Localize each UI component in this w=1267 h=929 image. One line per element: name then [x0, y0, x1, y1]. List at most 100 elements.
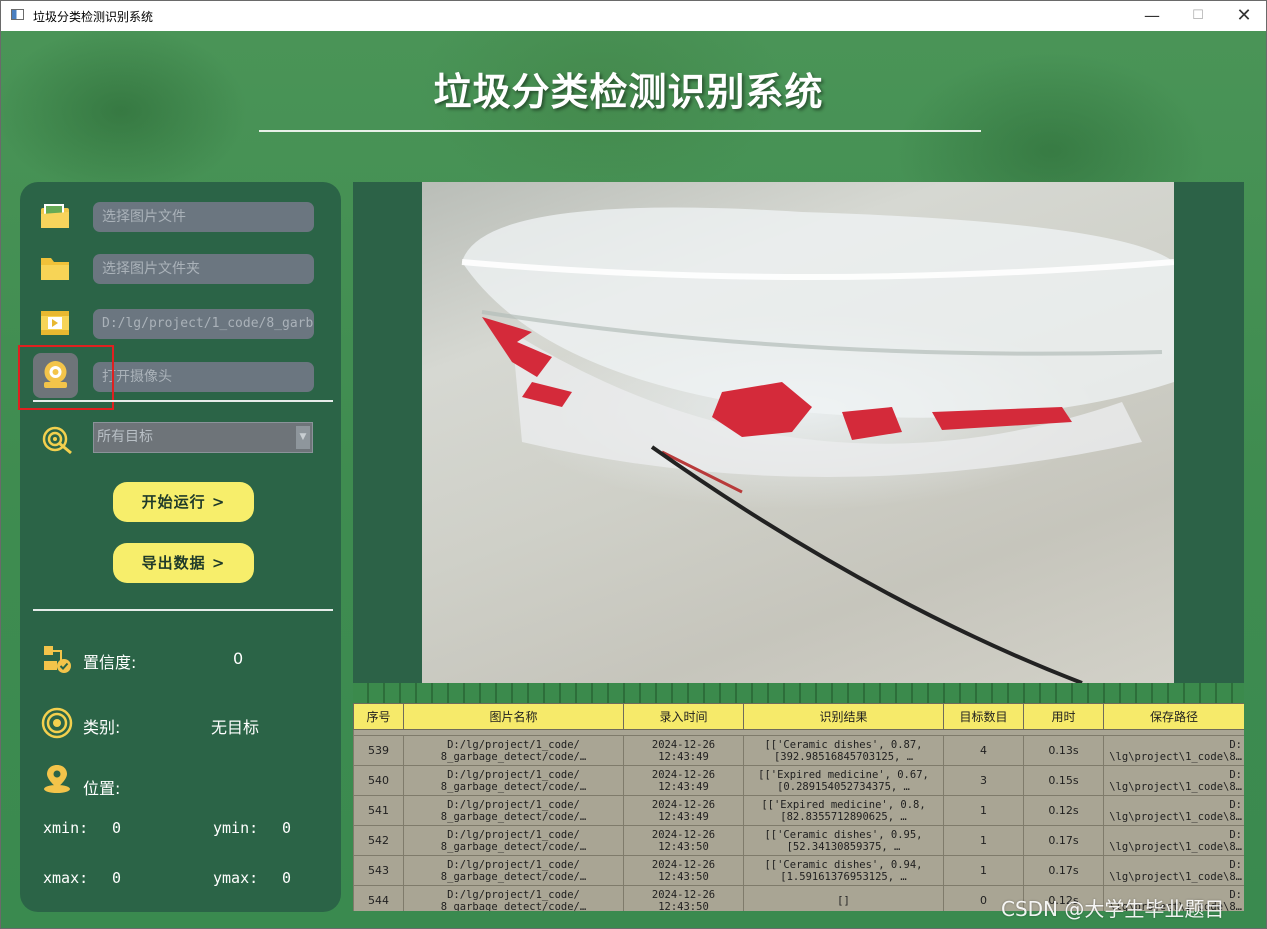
row-time-line: 12:43:49 [658, 810, 709, 823]
row-time-line: 2024-12-26 [651, 858, 716, 871]
ymax-label: ymax: [213, 869, 259, 887]
row-duration: 0.17s [1023, 855, 1104, 886]
row-image-name-line: 8_garbage_detect/code/… [440, 810, 587, 823]
start-button[interactable]: 开始运行 > [113, 482, 254, 522]
row-count: 1 [943, 795, 1024, 826]
row-id-line: 542 [368, 833, 389, 847]
column-header[interactable]: 序号 [353, 703, 404, 730]
row-time-line: 12:43:49 [658, 750, 709, 763]
video-file-icon[interactable] [39, 309, 71, 337]
background-fence [353, 683, 1244, 703]
row-time: 2024-12-26 12:43:49 [623, 795, 744, 826]
row-duration: 0.17s [1023, 825, 1104, 856]
column-header[interactable]: 保存路径 [1103, 703, 1244, 730]
row-time-line: 12:43:50 [658, 900, 709, 912]
divider-bottom [33, 609, 333, 611]
folder-icon[interactable] [39, 254, 71, 282]
image-folder-input[interactable]: 选择图片文件夹 [93, 254, 314, 284]
row-result: [['Expired medicine', 0.8, [82.8355712890… [743, 795, 944, 826]
row-result: [] [743, 885, 944, 911]
row-result-line: [] [837, 894, 850, 907]
column-header[interactable]: 识别结果 [743, 703, 944, 730]
row-path-line: \lg\project\1_code\8… [1109, 780, 1242, 793]
maximize-button[interactable]: ☐ [1175, 1, 1221, 31]
table-header: 序号 图片名称 录入时间 识别结果 目标数目 用时 保存路径 [353, 703, 1244, 730]
row-image-name: D:/lg/project/1_code/8_garbage_detect/co… [403, 795, 624, 826]
row-image-name-line: D:/lg/project/1_code/ [447, 858, 580, 871]
close-button[interactable]: ✕ [1221, 1, 1266, 31]
table-row[interactable]: 540 D:/lg/project/1_code/8_garbage_detect… [353, 765, 1244, 796]
row-time-line: 2024-12-26 [651, 738, 716, 751]
column-header[interactable]: 录入时间 [623, 703, 744, 730]
row-count-line: 1 [980, 863, 987, 877]
camera-input[interactable]: 打开摄像头 [93, 362, 314, 392]
ymax-value: 0 [282, 869, 292, 887]
watermark: CSDN @大学生毕业题目 [1001, 897, 1225, 921]
row-image-name-line: D:/lg/project/1_code/ [447, 888, 580, 901]
xmin-label: xmin: [43, 819, 89, 837]
column-header[interactable]: 图片名称 [403, 703, 624, 730]
row-id: 543 [353, 855, 404, 886]
row-result-line: [392.98516845703125, … [773, 750, 914, 763]
video-file-input[interactable]: D:/lg/project/1_code/8_garb [93, 309, 314, 339]
row-time-line: 12:43:50 [658, 840, 709, 853]
row-image-name-line: D:/lg/project/1_code/ [447, 768, 580, 781]
row-image-name-line: 8_garbage_detect/code/… [440, 870, 587, 883]
row-duration-line: 0.15s [1048, 773, 1079, 787]
app-icon [11, 9, 24, 20]
table-row[interactable]: 541 D:/lg/project/1_code/8_garbage_detect… [353, 795, 1244, 826]
row-duration: 0.13s [1023, 735, 1104, 766]
table-row[interactable]: 539 D:/lg/project/1_code/8_garbage_detect… [353, 735, 1244, 766]
results-grid: 序号 图片名称 录入时间 识别结果 目标数目 用时 保存路径 539 D:/lg/… [353, 703, 1244, 911]
column-header[interactable]: 用时 [1023, 703, 1104, 730]
row-result-line: [82.8355712890625, … [780, 810, 907, 823]
row-result: [['Ceramic dishes', 0.87, [392.9851684570… [743, 735, 944, 766]
row-id-line: 540 [368, 773, 389, 787]
row-count-line: 1 [980, 833, 987, 847]
row-time: 2024-12-26 12:43:50 [623, 825, 744, 856]
minimize-button[interactable]: — [1129, 1, 1175, 31]
row-path-line: D: [1229, 828, 1242, 841]
row-duration: 0.15s [1023, 765, 1104, 796]
xmax-value: 0 [112, 869, 122, 887]
row-duration-line: 0.17s [1048, 863, 1079, 877]
row-result-line: [52.34130859375, … [786, 840, 901, 853]
row-time-line: 12:43:49 [658, 780, 709, 793]
target-select[interactable]: 所有目标 ▼ [93, 422, 313, 453]
row-time-line: 2024-12-26 [651, 828, 716, 841]
row-path: D: \lg\project\1_code\8… [1103, 855, 1244, 886]
row-image-name-line: D:/lg/project/1_code/ [447, 828, 580, 841]
row-image-name: D:/lg/project/1_code/8_garbage_detect/co… [403, 825, 624, 856]
table-row[interactable]: 542 D:/lg/project/1_code/8_garbage_detect… [353, 825, 1244, 856]
row-count-line: 3 [980, 773, 987, 787]
row-count: 1 [943, 825, 1024, 856]
row-time-line: 2024-12-26 [651, 768, 716, 781]
table-row[interactable]: 543 D:/lg/project/1_code/8_garbage_detect… [353, 855, 1244, 886]
row-path: D: \lg\project\1_code\8… [1103, 825, 1244, 856]
class-label: 类别: [83, 718, 121, 737]
title-bar: 垃圾分类检测识别系统 — ☐ ✕ [1, 1, 1266, 31]
image-file-icon[interactable] [39, 202, 71, 230]
class-icon [41, 707, 73, 739]
image-file-input[interactable]: 选择图片文件 [93, 202, 314, 232]
row-time: 2024-12-26 12:43:49 [623, 765, 744, 796]
chevron-down-icon[interactable]: ▼ [296, 426, 310, 449]
column-header[interactable]: 目标数目 [943, 703, 1024, 730]
row-result: [['Expired medicine', 0.67, [0.2891540527… [743, 765, 944, 796]
row-image-name: D:/lg/project/1_code/8_garbage_detect/co… [403, 885, 624, 911]
row-duration-line: 0.13s [1048, 743, 1079, 757]
confidence-value: 0 [233, 649, 244, 668]
page-title: 垃圾分类检测识别系统 [433, 70, 824, 114]
row-result-line: [['Ceramic dishes', 0.94, [764, 858, 923, 871]
title-underline [259, 130, 981, 132]
xmin-value: 0 [112, 819, 122, 837]
results-table: 序号 图片名称 录入时间 识别结果 目标数目 用时 保存路径 539 D:/lg/… [353, 703, 1244, 911]
row-duration-line: 0.17s [1048, 833, 1079, 847]
row-duration: 0.12s [1023, 795, 1104, 826]
row-id-line: 544 [368, 893, 389, 907]
row-count: 1 [943, 855, 1024, 886]
row-count: 3 [943, 765, 1024, 796]
position-label: 位置: [83, 779, 121, 798]
app-window: 垃圾分类检测识别系统 — ☐ ✕ 垃圾分类检测识别系统 选择图片文件 选择图片文… [0, 0, 1267, 929]
export-button[interactable]: 导出数据 > [113, 543, 254, 583]
